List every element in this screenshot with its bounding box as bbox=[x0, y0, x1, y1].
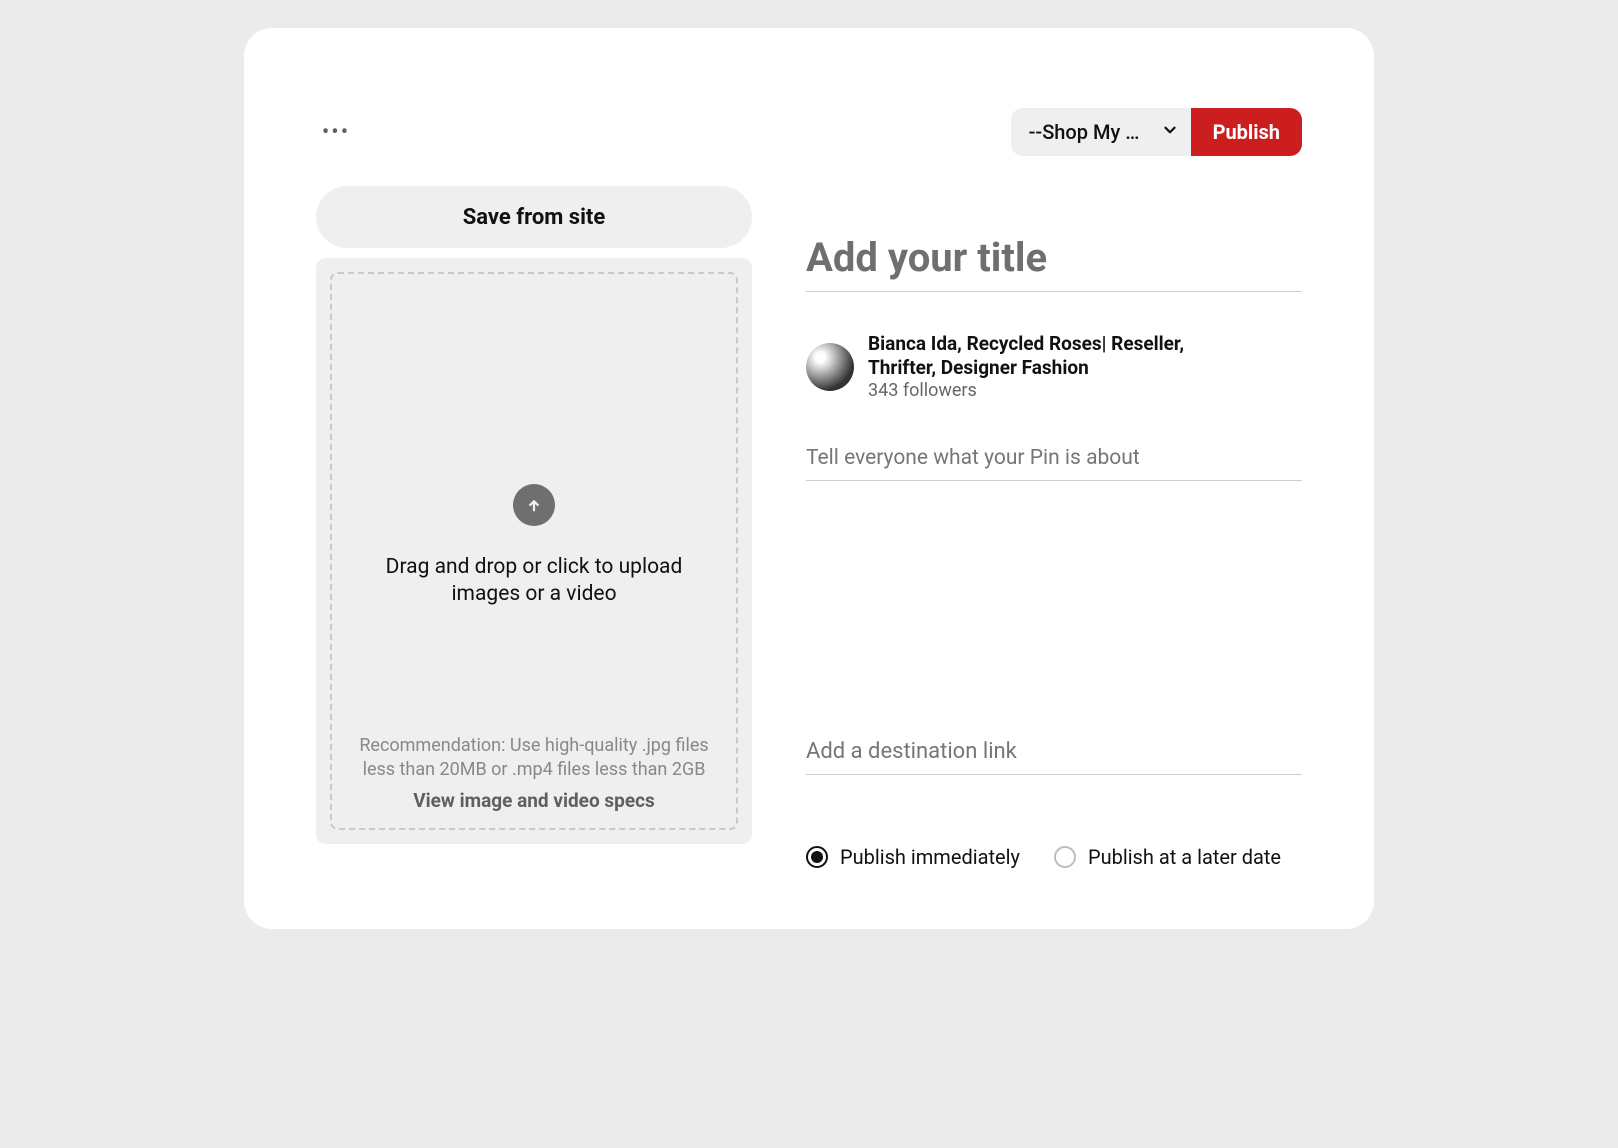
publish-button[interactable]: Publish bbox=[1191, 108, 1302, 156]
upload-center: Drag and drop or click to upload images … bbox=[384, 484, 684, 609]
ellipsis-icon: ••• bbox=[322, 120, 350, 145]
radio-unselected-icon bbox=[1054, 846, 1076, 868]
avatar bbox=[806, 343, 854, 391]
upload-footer: Recommendation: Use high-quality .jpg fi… bbox=[350, 734, 718, 812]
description-input[interactable] bbox=[806, 440, 1302, 481]
upload-dropzone[interactable]: Drag and drop or click to upload images … bbox=[316, 258, 752, 844]
topbar: ••• --Shop My … Publish bbox=[316, 108, 1302, 156]
radio-selected-icon bbox=[806, 846, 828, 868]
pin-builder-card: ••• --Shop My … Publish Save from site bbox=[244, 28, 1374, 929]
user-meta: Bianca Ida, Recycled Roses| Reseller, Th… bbox=[868, 332, 1248, 402]
board-select[interactable]: --Shop My … bbox=[1011, 108, 1191, 156]
more-options-button[interactable]: ••• bbox=[316, 112, 356, 152]
user-name: Bianca Ida, Recycled Roses| Reseller, Th… bbox=[868, 332, 1248, 380]
title-input[interactable] bbox=[806, 230, 1302, 292]
publish-later-label: Publish at a later date bbox=[1088, 845, 1281, 869]
user-row: Bianca Ida, Recycled Roses| Reseller, Th… bbox=[806, 332, 1302, 402]
right-column: Bianca Ida, Recycled Roses| Reseller, Th… bbox=[806, 186, 1302, 869]
save-from-site-button[interactable]: Save from site bbox=[316, 186, 752, 248]
user-followers: 343 followers bbox=[868, 380, 1248, 403]
left-column: Save from site Drag and drop or click to… bbox=[316, 186, 752, 869]
topbar-right-group: --Shop My … Publish bbox=[1011, 108, 1302, 156]
publish-options: Publish immediately Publish at a later d… bbox=[806, 845, 1302, 869]
publish-immediately-label: Publish immediately bbox=[840, 845, 1020, 869]
publish-immediately-radio[interactable]: Publish immediately bbox=[806, 845, 1020, 869]
destination-link-input[interactable] bbox=[806, 733, 1302, 775]
columns: Save from site Drag and drop or click to… bbox=[316, 186, 1302, 869]
upload-specs-link[interactable]: View image and video specs bbox=[350, 789, 718, 812]
board-select-label: --Shop My … bbox=[1029, 120, 1147, 144]
chevron-down-icon bbox=[1161, 120, 1179, 144]
upload-primary-text: Drag and drop or click to upload images … bbox=[384, 554, 684, 609]
publish-later-radio[interactable]: Publish at a later date bbox=[1054, 845, 1281, 869]
upload-arrow-icon bbox=[513, 484, 555, 526]
upload-recommendation-text: Recommendation: Use high-quality .jpg fi… bbox=[350, 734, 718, 781]
upload-dropzone-inner: Drag and drop or click to upload images … bbox=[330, 272, 738, 830]
